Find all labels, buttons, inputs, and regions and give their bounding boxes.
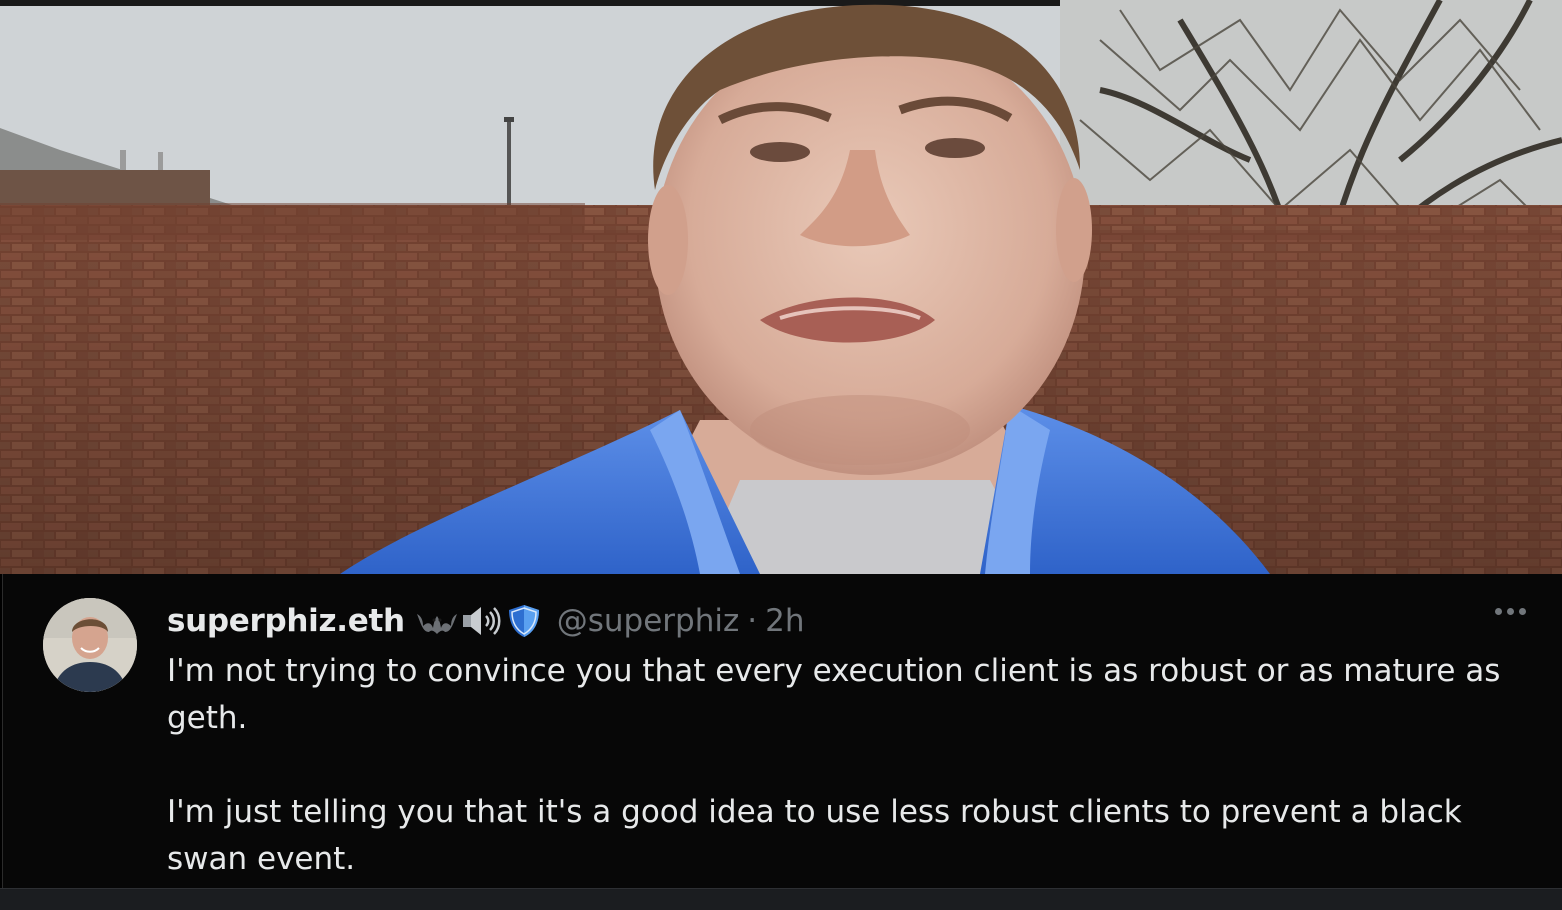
screenshot-frame: superphiz.eth @superphiz · 2h I'm not tr… <box>0 0 1562 910</box>
tweet-paragraph: I'm not trying to convince you that ever… <box>167 653 1501 736</box>
timestamp[interactable]: 2h <box>765 603 804 639</box>
more-options-icon[interactable] <box>1495 608 1526 615</box>
name-badges <box>415 604 541 638</box>
user-handle[interactable]: @superphiz <box>557 603 740 639</box>
bat-icon <box>415 606 459 636</box>
video-image <box>0 0 1562 574</box>
tweet-header: superphiz.eth @superphiz · 2h <box>167 598 805 644</box>
video-frame[interactable] <box>0 0 1562 574</box>
avatar[interactable] <box>43 598 137 692</box>
display-name[interactable]: superphiz.eth <box>167 603 405 639</box>
bottom-bar <box>0 888 1562 910</box>
tweet-text: I'm not trying to convince you that ever… <box>167 648 1537 883</box>
tweet-paragraph: I'm just telling you that it's a good id… <box>167 794 1462 877</box>
shield-icon <box>507 604 541 638</box>
tweet-card: superphiz.eth @superphiz · 2h I'm not tr… <box>2 574 1562 888</box>
separator-dot: · <box>747 603 758 639</box>
speaker-icon <box>461 605 505 637</box>
